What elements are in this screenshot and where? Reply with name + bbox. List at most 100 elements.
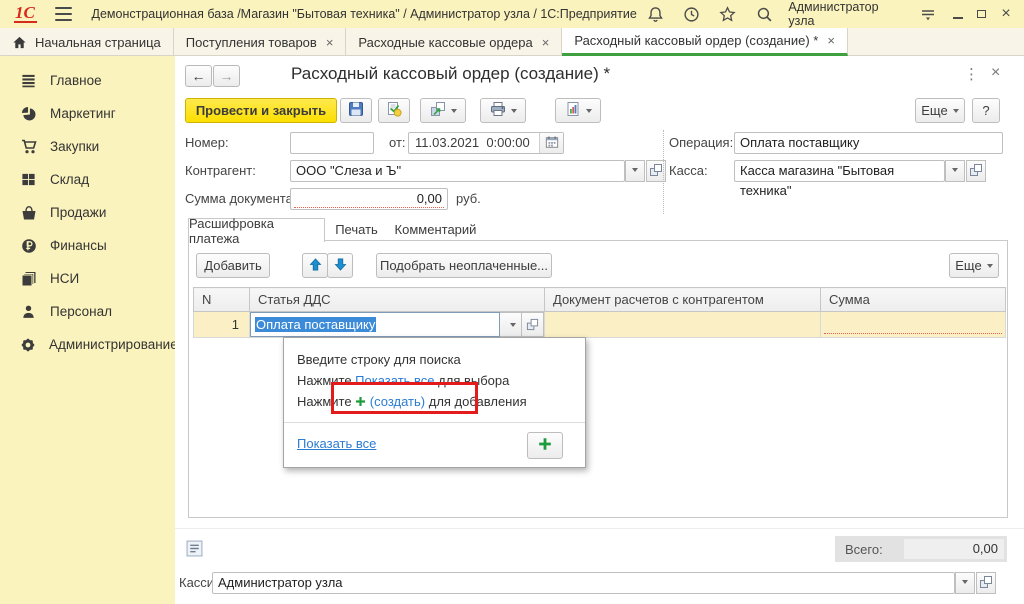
search-icon[interactable] <box>754 5 774 23</box>
date-field[interactable]: 11.03.2021 0:00:00 <box>408 132 564 154</box>
dropdown-caret-icon <box>586 109 592 116</box>
open-windows-tabbar: Начальная страница Поступления товаров ×… <box>0 28 1024 56</box>
current-user[interactable]: Администратор узла <box>788 0 899 28</box>
window-minimize-button[interactable] <box>946 4 970 24</box>
tab-payment-details[interactable]: Расшифровка платежа <box>188 218 325 242</box>
command-panel-toggle-button[interactable] <box>184 540 204 560</box>
amount-label: Сумма документа: <box>185 188 296 210</box>
dropdown-caret-icon <box>952 168 958 175</box>
sidebar-item-finance[interactable]: Финансы <box>0 229 175 262</box>
move-row-down-button[interactable] <box>327 253 353 278</box>
sidebar-item-purchases[interactable]: Закупки <box>0 130 175 163</box>
print-button[interactable] <box>480 98 526 123</box>
tab-close-icon[interactable]: × <box>542 35 550 50</box>
create-new-button[interactable] <box>527 432 563 459</box>
cashier-dropdown-button[interactable] <box>955 572 975 594</box>
tab-label: Расходные кассовые ордера <box>358 35 532 50</box>
boxes-grid-icon <box>20 171 37 188</box>
service-menu-icon[interactable] <box>917 5 937 23</box>
counterparty-input[interactable]: ООО "Слеза и Ъ" <box>290 160 625 182</box>
dds-item-input[interactable]: Оплата поставщику <box>250 312 500 337</box>
history-icon[interactable] <box>681 5 701 23</box>
column-header-n[interactable]: N <box>194 288 250 312</box>
cashier-open-button[interactable] <box>976 572 996 594</box>
tab-print[interactable]: Печать <box>326 218 387 241</box>
cashier-input[interactable]: Администратор узла <box>212 572 955 594</box>
tab-cash-orders-list[interactable]: Расходные кассовые ордера × <box>346 28 562 56</box>
tab-cash-order-new[interactable]: Расходный кассовый ордер (создание) * × <box>562 28 848 56</box>
list-icon <box>186 540 203 560</box>
tab-comment[interactable]: Комментарий <box>388 218 483 241</box>
create-inline-link[interactable]: (создать) <box>370 394 425 409</box>
arrow-down-icon <box>334 258 347 274</box>
total-value: 0,00 <box>904 539 1004 559</box>
pick-unpaid-button[interactable]: Подобрать неоплаченные... <box>376 253 552 278</box>
fields-separator <box>663 130 664 214</box>
form-close-icon[interactable]: × <box>991 64 1000 82</box>
main-menu-icon[interactable] <box>55 7 72 21</box>
number-input[interactable] <box>290 132 374 154</box>
counterparty-dropdown-button[interactable] <box>625 160 645 182</box>
table-more-button[interactable]: Еще <box>949 253 999 278</box>
form-menu-dots-icon[interactable]: ⋮ <box>964 65 979 83</box>
sidebar-item-marketing[interactable]: Маркетинг <box>0 97 175 130</box>
sidebar-item-label: Склад <box>50 172 89 187</box>
dds-open-button[interactable] <box>522 312 544 337</box>
show-all-inline-link[interactable]: Показать все <box>355 373 434 388</box>
table-header-row: N Статья ДДС Документ расчетов с контраг… <box>194 288 1006 312</box>
show-all-link[interactable]: Показать все <box>297 436 376 451</box>
required-field-marker <box>824 333 1002 334</box>
1c-logo-icon: 1С <box>14 5 37 23</box>
reports-button[interactable] <box>555 98 601 123</box>
column-header-settlement-doc[interactable]: Документ расчетов с контрагентом <box>545 288 821 312</box>
footer-separator <box>175 528 1024 529</box>
window-close-button[interactable]: × <box>994 4 1018 24</box>
window-maximize-button[interactable] <box>970 4 994 24</box>
dds-dropdown-button[interactable] <box>500 312 522 337</box>
sidebar-item-nsi[interactable]: НСИ <box>0 262 175 295</box>
sidebar-item-warehouse[interactable]: Склад <box>0 163 175 196</box>
tab-close-icon[interactable]: × <box>326 35 334 50</box>
post-document-icon <box>386 101 402 120</box>
amount-input[interactable]: 0,00 <box>290 188 448 210</box>
cell-amount[interactable] <box>821 312 1006 338</box>
operation-input[interactable]: Оплата поставщику <box>734 132 1003 154</box>
sidebar-item-administration[interactable]: Администрирование <box>0 328 175 361</box>
sidebar-item-main[interactable]: Главное <box>0 64 175 97</box>
add-row-button[interactable]: Добавить <box>196 253 270 278</box>
sidebar-item-personnel[interactable]: Персонал <box>0 295 175 328</box>
cell-row-number[interactable]: 1 <box>194 312 250 338</box>
dropdown-caret-icon <box>451 109 457 116</box>
cashdesk-dropdown-button[interactable] <box>945 160 965 182</box>
move-row-up-button[interactable] <box>302 253 328 278</box>
create-based-on-button[interactable] <box>420 98 466 123</box>
column-header-dds-item[interactable]: Статья ДДС <box>250 288 545 312</box>
more-actions-button[interactable]: Еще <box>915 98 965 123</box>
report-icon <box>565 101 581 120</box>
save-button[interactable] <box>340 98 372 123</box>
post-and-close-button[interactable]: Провести и закрыть <box>185 98 337 123</box>
tab-close-icon[interactable]: × <box>827 33 835 48</box>
dropdown-caret-icon <box>511 109 517 116</box>
favorites-star-icon[interactable] <box>718 5 738 23</box>
help-button[interactable]: ? <box>972 98 1000 123</box>
dds-item-editor[interactable]: Оплата поставщику <box>250 312 544 337</box>
column-header-amount[interactable]: Сумма <box>821 288 1006 312</box>
stacked-docs-icon <box>20 270 37 287</box>
sidebar-item-sales[interactable]: Продажи <box>0 196 175 229</box>
cell-settlement-doc[interactable] <box>545 312 821 338</box>
cashdesk-label: Касса: <box>669 160 708 182</box>
cell-dds-item[interactable]: Оплата поставщику <box>250 312 545 338</box>
cashdesk-input[interactable]: Касса магазина "Бытовая техника" <box>734 160 945 182</box>
dds-item-dropdown-popup: Введите строку для поиска Нажмите Показа… <box>283 337 586 468</box>
number-label: Номер: <box>185 132 229 154</box>
nav-forward-button[interactable]: → <box>213 65 240 87</box>
cashdesk-open-button[interactable] <box>966 160 986 182</box>
tab-goods-receipts[interactable]: Поступления товаров × <box>174 28 347 56</box>
tab-home[interactable]: Начальная страница <box>0 28 174 56</box>
date-value[interactable]: 11.03.2021 0:00:00 <box>409 133 539 153</box>
nav-back-button[interactable]: ← <box>185 65 212 87</box>
post-document-button[interactable] <box>378 98 410 123</box>
notifications-bell-icon[interactable] <box>645 5 665 23</box>
calendar-button[interactable] <box>539 133 563 153</box>
